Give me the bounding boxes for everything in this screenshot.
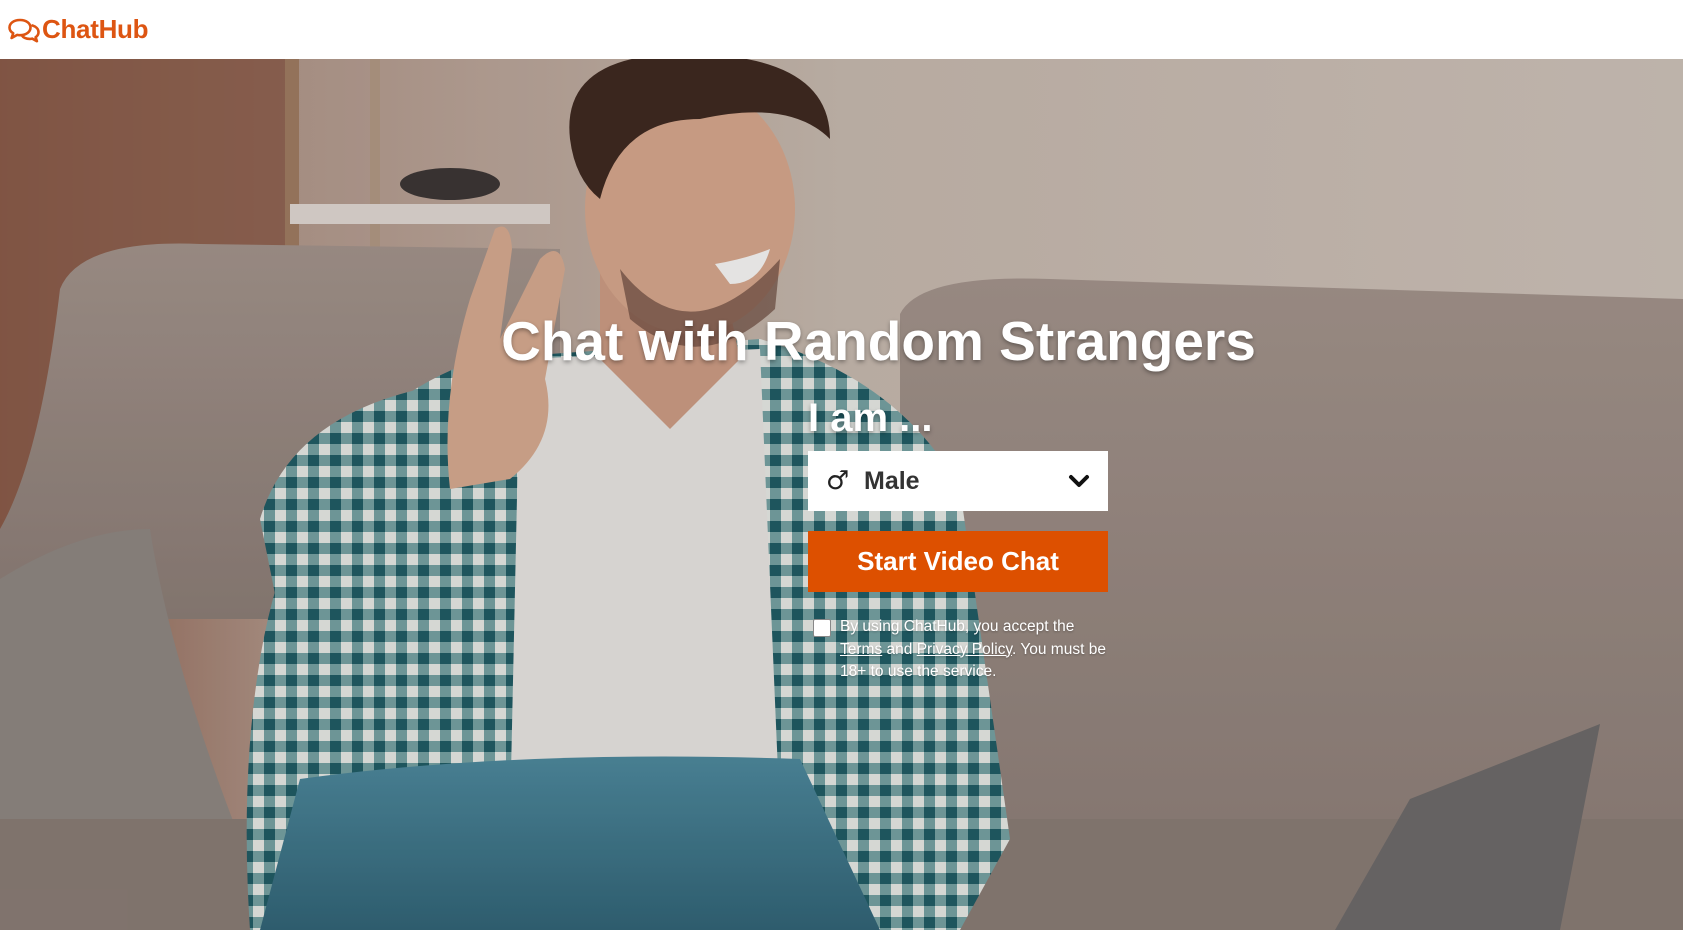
brand-logo[interactable]: ChatHub [8,14,149,45]
privacy-policy-link[interactable]: Privacy Policy [917,641,1012,658]
top-bar: ChatHub [0,0,1683,59]
brand-name: ChatHub [42,14,149,44]
page-title: Chat with Random Strangers [501,310,1256,372]
gender-select[interactable]: ♂ Male [808,451,1108,511]
start-video-chat-button[interactable]: Start Video Chat [808,531,1108,592]
terms-notice: By using ChatHub, you accept the Terms a… [840,616,1120,684]
terms-link[interactable]: Terms [840,641,882,658]
terms-prefix-text: By using ChatHub, you accept the [840,618,1075,635]
gender-prompt-label: I am ... [808,396,933,440]
chat-bubbles-icon [8,18,40,42]
chevron-down-icon [1069,475,1089,487]
male-symbol-icon: ♂ [826,466,850,496]
terms-and-text: and [882,640,917,658]
terms-checkbox[interactable] [813,619,831,637]
gender-selected-value: Male [864,466,920,495]
